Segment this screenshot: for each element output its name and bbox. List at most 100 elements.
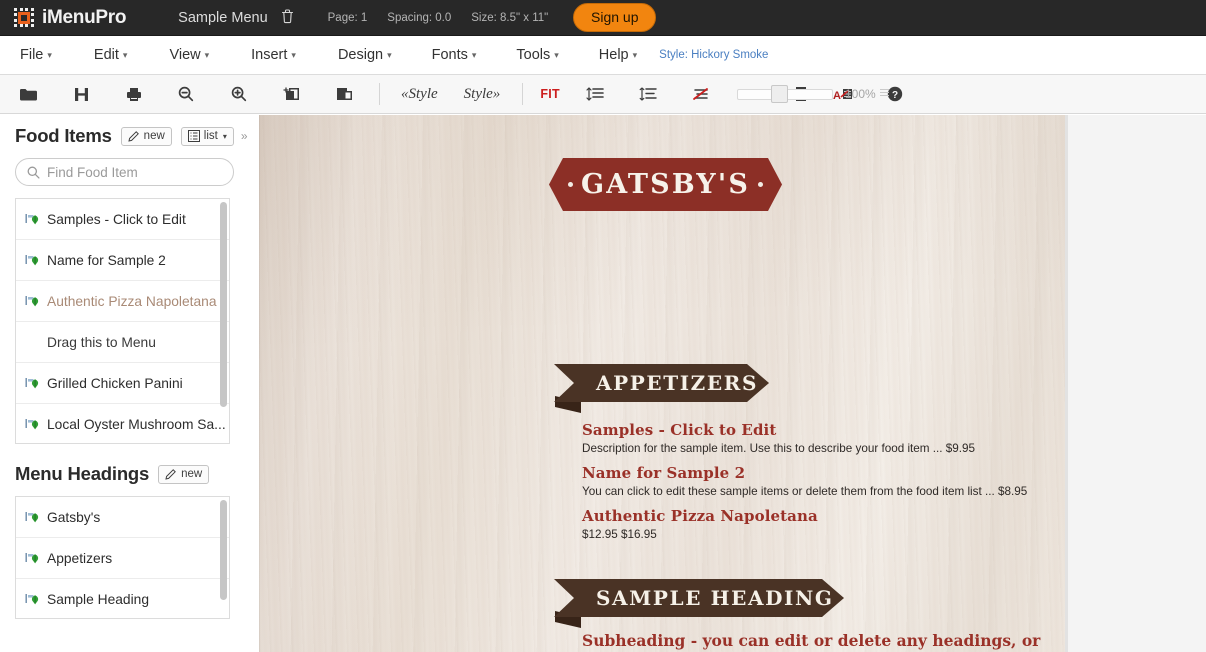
menu-view-label: View (169, 47, 201, 63)
food-items-view-button[interactable]: list ▾ (180, 126, 234, 146)
list-item[interactable]: Name for Sample 2 (16, 240, 229, 281)
paragraph-spacing-icon[interactable] (632, 81, 664, 107)
menu-fonts[interactable]: Fonts ▾ (426, 43, 483, 67)
menu-title-banner[interactable]: GATSBY'S (549, 158, 782, 211)
chevron-down-icon: ▾ (471, 49, 477, 60)
drag-leaf-icon (25, 593, 39, 604)
page-right-edge (1065, 115, 1068, 652)
food-item-search[interactable] (15, 158, 234, 186)
line-spacing-icon[interactable] (579, 81, 611, 107)
document-title[interactable]: Sample Menu (178, 10, 267, 26)
edit-pencil-icon (165, 469, 177, 480)
section-banner-appetizers-text: APPETIZERS (596, 371, 758, 395)
add-page-icon[interactable] (276, 81, 308, 107)
menu-item[interactable]: Authentic Pizza Napoletana $12.95 $16.95 (582, 507, 1065, 543)
zoom-in-icon[interactable] (223, 81, 255, 107)
menu-design[interactable]: Design ▾ (332, 43, 398, 67)
menu-headings-title: Menu Headings (15, 463, 150, 484)
list-item[interactable]: Sample Heading (16, 579, 229, 618)
food-items-list[interactable]: Samples - Click to Edit Name for Sample … (15, 198, 230, 444)
menu-item-name: Samples - Click to Edit (582, 421, 777, 439)
style-name-link[interactable]: Style: Hickory Smoke (659, 49, 768, 61)
menu-page[interactable]: GATSBY'S APPETIZERS Samples - Click to E… (259, 115, 1065, 652)
zoom-options-icon[interactable] (880, 89, 889, 97)
new-menu-heading-label: new (181, 468, 203, 480)
zoom-level-label: 100% (845, 87, 876, 101)
menu-item-name: Name for Sample 2 (582, 464, 746, 482)
menu-insert[interactable]: Insert ▾ (245, 43, 302, 67)
menu-canvas[interactable]: GATSBY'S APPETIZERS Samples - Click to E… (259, 115, 1206, 652)
menu-subheading[interactable]: Subheading - you can edit or delete any … (582, 631, 1065, 652)
food-items-title: Food Items (15, 125, 112, 146)
remove-page-icon[interactable] (329, 81, 361, 107)
menu-design-label: Design (337, 47, 384, 63)
menu-headings-scrollbar[interactable] (220, 500, 227, 600)
food-items-header: Food Items new list ▾ » (0, 125, 259, 147)
spacing-meta: Spacing: 0.0 (387, 11, 452, 24)
menu-tools-label: Tools (516, 47, 551, 63)
chevron-down-icon: ▾ (122, 49, 128, 60)
list-item-label: Local Oyster Mushroom Sa... (47, 416, 226, 432)
menu-edit[interactable]: Edit ▾ (88, 43, 134, 67)
section-banner-appetizers[interactable]: APPETIZERS (554, 364, 769, 402)
food-items-scrollbar[interactable] (220, 202, 227, 407)
menu-edit-label: Edit (93, 47, 119, 63)
fit-button[interactable]: FIT (532, 87, 568, 101)
list-item[interactable]: Appetizers (16, 538, 229, 579)
list-item[interactable]: Gatsby's (16, 497, 229, 538)
list-item-label: Gatsby's (47, 509, 101, 525)
top-bar: iMenuPro Sample Menu Page: 1 Spacing: 0.… (0, 0, 1206, 36)
menu-tools[interactable]: Tools ▾ (510, 43, 564, 67)
next-style-button[interactable]: Style» (458, 86, 507, 103)
list-item-label: Grilled Chicken Panini (47, 375, 183, 391)
list-item[interactable]: Authentic Pizza Napoletana (16, 281, 229, 322)
zoom-slider[interactable] (737, 85, 833, 103)
menu-view[interactable]: View ▾ (163, 43, 215, 67)
chevron-down-icon: ▾ (47, 49, 52, 60)
chevron-down-icon: ▾ (222, 131, 227, 141)
list-view-icon (187, 130, 200, 142)
sidebar: Food Items new list ▾ » Samples - Click … (0, 115, 259, 652)
svg-text:A: A (833, 90, 841, 102)
save-icon[interactable] (65, 81, 97, 107)
previous-style-button[interactable]: «Style (395, 86, 444, 103)
new-food-item-button[interactable]: new (120, 126, 172, 146)
list-item[interactable]: Local Oyster Mushroom Sa... (16, 404, 229, 443)
print-icon[interactable] (118, 81, 150, 107)
new-menu-heading-button[interactable]: new (158, 464, 210, 484)
clear-spacing-icon[interactable] (685, 81, 717, 107)
list-item[interactable]: Drag this to Menu (16, 322, 229, 363)
menu-headings-list[interactable]: Gatsby's Appetizers Sample Heading (15, 496, 230, 619)
menu-file[interactable]: File ▾ (14, 43, 58, 67)
edit-pencil-icon (128, 131, 139, 142)
food-items-view-label: list (203, 130, 218, 142)
chevron-down-icon: ▾ (291, 49, 296, 60)
size-meta: Size: 8.5" x 11" (471, 11, 549, 24)
zoom-slider-handle[interactable] (771, 85, 788, 103)
menu-item[interactable]: Name for Sample 2 You can click to edit … (582, 464, 1065, 500)
section-banner-sample-heading[interactable]: SAMPLE HEADING (554, 579, 844, 617)
list-item[interactable]: Grilled Chicken Panini (16, 363, 229, 404)
drag-leaf-icon (25, 511, 39, 522)
menu-item-name: Authentic Pizza Napoletana (582, 507, 818, 525)
drag-leaf-icon (25, 213, 39, 224)
banner-dot-right-icon (758, 182, 763, 187)
list-item[interactable]: Samples - Click to Edit (16, 199, 229, 240)
page-meta: Page: 1 (327, 11, 368, 24)
sign-up-button[interactable]: Sign up (573, 3, 657, 32)
chevron-down-icon: ▾ (554, 49, 559, 60)
expand-panel-chevron-icon[interactable]: » (241, 129, 248, 143)
open-folder-icon[interactable] (12, 81, 44, 107)
list-item-label: Appetizers (47, 550, 113, 566)
drag-leaf-icon (25, 552, 39, 563)
new-food-item-label: new (143, 130, 165, 142)
search-icon (27, 166, 40, 179)
trash-icon[interactable] (281, 9, 294, 26)
menu-insert-label: Insert (251, 47, 288, 63)
menu-item-description: Description for the sample item. Use thi… (582, 442, 976, 455)
zoom-out-icon[interactable] (170, 81, 202, 107)
list-item-label: Samples - Click to Edit (47, 211, 186, 227)
menu-item[interactable]: Samples - Click to Edit Description for … (582, 421, 1065, 457)
search-input[interactable] (47, 164, 217, 180)
menu-help[interactable]: Help ▾ (593, 43, 643, 67)
